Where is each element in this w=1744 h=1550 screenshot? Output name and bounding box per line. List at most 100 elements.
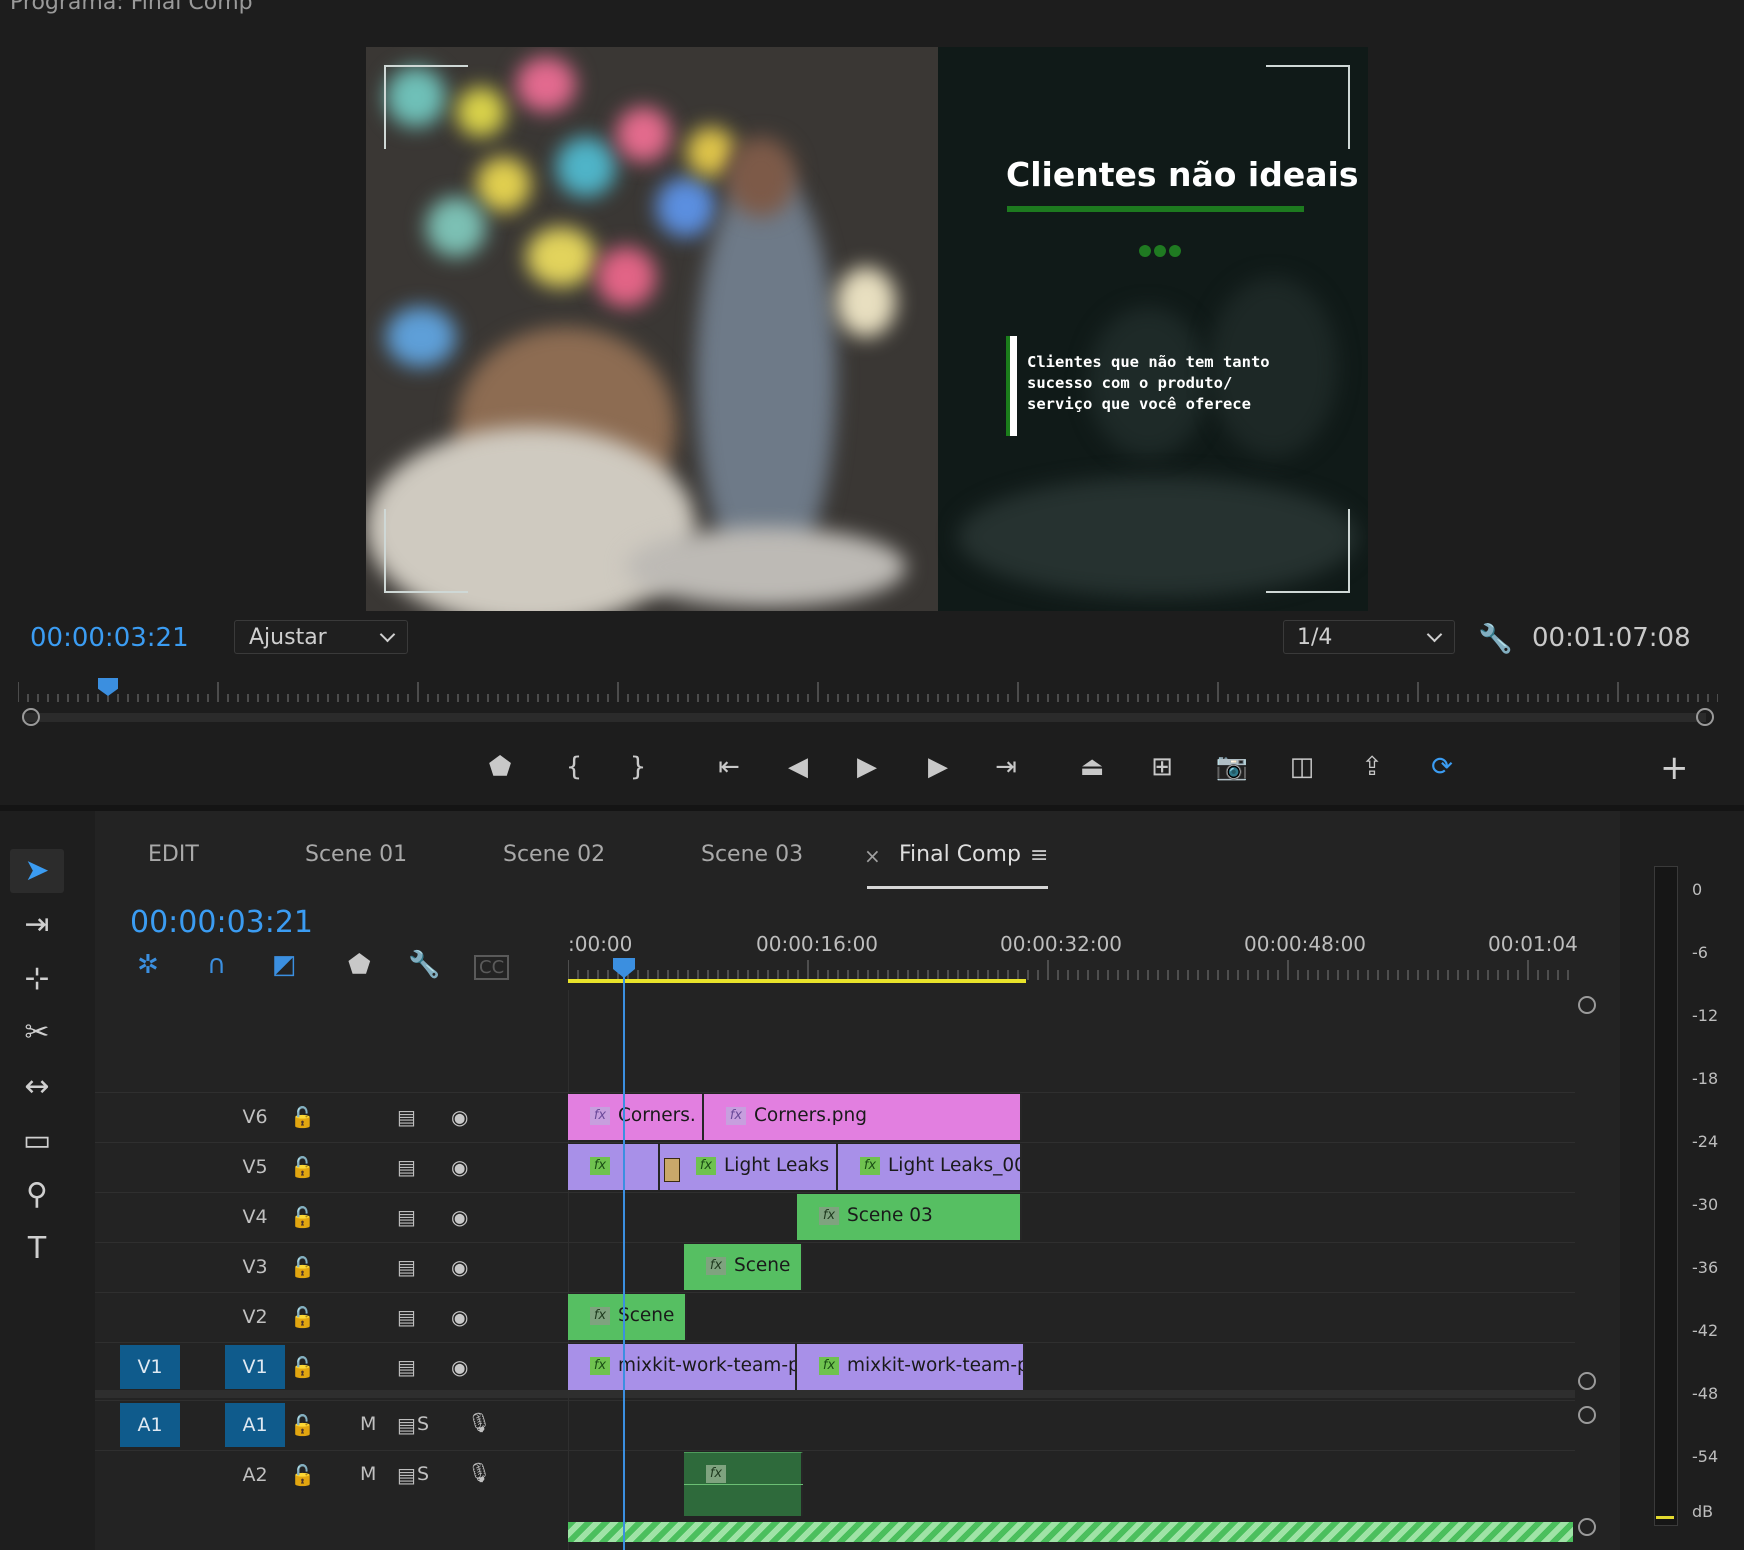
sync-lock-film-icon[interactable]: ▤: [397, 1105, 416, 1129]
lock-icon[interactable]: 🔓: [290, 1105, 315, 1129]
add-marker-icon[interactable]: ⬟: [348, 950, 371, 980]
video-preview[interactable]: Clientes não ideais Clientes que não tem…: [366, 47, 1368, 611]
track-select-tool-icon[interactable]: ⇥: [10, 903, 64, 947]
sync-lock-film-icon[interactable]: ▤: [397, 1155, 416, 1179]
lift-icon[interactable]: ⏏: [1070, 748, 1114, 786]
clip-corners-png[interactable]: fx Corners.png: [704, 1094, 1022, 1140]
clip-mixkit-b[interactable]: fx mixkit-work-team-pl: [797, 1344, 1025, 1390]
microphone-icon[interactable]: 🎙: [467, 1461, 491, 1484]
track-label[interactable]: V1: [225, 1345, 285, 1389]
track-label[interactable]: V6: [225, 1095, 285, 1139]
add-button[interactable]: +: [1660, 748, 1689, 788]
mute-button[interactable]: M: [360, 1413, 376, 1435]
clip-light-leaks[interactable]: fx Light Leaks: [660, 1144, 838, 1190]
eye-icon[interactable]: ◉: [451, 1255, 468, 1279]
go-to-in-icon[interactable]: ⇤: [707, 748, 751, 786]
go-to-out-icon[interactable]: ⇥: [984, 748, 1028, 786]
sync-lock-film-icon[interactable]: ▤: [397, 1413, 416, 1437]
nest-icon[interactable]: ✲: [137, 950, 159, 980]
source-patch-v1[interactable]: V1: [120, 1345, 180, 1389]
eye-icon[interactable]: ◉: [451, 1305, 468, 1329]
tab-edit[interactable]: EDIT: [148, 842, 199, 867]
captions-icon[interactable]: CC: [474, 955, 510, 980]
tab-menu-icon[interactable]: ≡: [1030, 843, 1048, 868]
eye-icon[interactable]: ◉: [451, 1155, 468, 1179]
track-label[interactable]: V3: [225, 1245, 285, 1289]
snap-magnet-icon[interactable]: ∩: [207, 950, 226, 980]
lock-icon[interactable]: 🔓: [290, 1355, 315, 1379]
selection-tool-icon[interactable]: ➤: [10, 849, 64, 893]
marker-icon[interactable]: ⬟: [478, 748, 522, 786]
settings-wrench-icon[interactable]: 🔧: [1478, 622, 1513, 655]
razor-tool-icon[interactable]: ✂: [10, 1011, 64, 1055]
scrollbar-handle-left[interactable]: [22, 708, 40, 726]
solo-button[interactable]: S: [417, 1413, 429, 1435]
audio-scroll-handle-bottom[interactable]: [1578, 1518, 1596, 1536]
eye-icon[interactable]: ◉: [451, 1205, 468, 1229]
work-area-bar[interactable]: [568, 979, 1026, 983]
eye-icon[interactable]: ◉: [451, 1355, 468, 1379]
type-tool-icon[interactable]: T: [10, 1227, 64, 1271]
lock-icon[interactable]: 🔓: [290, 1205, 315, 1229]
clip-light-leaks-a[interactable]: fx: [568, 1144, 660, 1190]
audio-clip-stripe[interactable]: [568, 1522, 1573, 1542]
sync-lock-film-icon[interactable]: ▤: [397, 1463, 416, 1487]
tab-scene-03[interactable]: Scene 03: [701, 842, 803, 867]
clip-scene-v2[interactable]: fx Scene: [568, 1294, 687, 1340]
sync-lock-film-icon[interactable]: ▤: [397, 1255, 416, 1279]
track-label[interactable]: A2: [225, 1453, 285, 1497]
slip-tool-icon[interactable]: ↔: [10, 1065, 64, 1109]
video-audio-divider[interactable]: [95, 1390, 1575, 1398]
source-patch-a1[interactable]: A1: [120, 1403, 180, 1447]
timeline-timecode[interactable]: 00:00:03:21: [130, 905, 313, 940]
tab-close-icon[interactable]: ×: [864, 844, 881, 868]
clip-light-leaks-00[interactable]: fx Light Leaks_00: [838, 1144, 1022, 1190]
tab-final-comp[interactable]: Final Comp: [899, 842, 1021, 867]
playback-resolution-dropdown[interactable]: 1/4: [1283, 620, 1455, 654]
lock-icon[interactable]: 🔓: [290, 1155, 315, 1179]
clip-scene-v3[interactable]: fx Scene: [684, 1244, 803, 1290]
transition-marker[interactable]: [664, 1158, 680, 1182]
zoom-fit-dropdown[interactable]: Ajustar: [234, 620, 408, 654]
comparison-view-icon[interactable]: ◫: [1280, 748, 1324, 786]
eye-icon[interactable]: ◉: [451, 1105, 468, 1129]
rectangle-tool-icon[interactable]: ▭: [10, 1119, 64, 1163]
monitor-zoom-scrollbar[interactable]: [22, 713, 1706, 722]
track-label[interactable]: V5: [225, 1145, 285, 1189]
monitor-time-ruler[interactable]: [18, 680, 1718, 704]
scrollbar-handle-right[interactable]: [1696, 708, 1714, 726]
audio-scroll-handle-top[interactable]: [1578, 1406, 1596, 1424]
lock-icon[interactable]: 🔓: [290, 1413, 315, 1437]
extract-icon[interactable]: ⊞: [1140, 748, 1184, 786]
solo-button[interactable]: S: [417, 1463, 429, 1485]
video-scroll-handle-bottom[interactable]: [1578, 1372, 1596, 1390]
mark-out-icon[interactable]: }: [616, 748, 660, 786]
export-frame-icon[interactable]: 📷: [1210, 748, 1254, 786]
loop-icon[interactable]: ⟳: [1420, 748, 1464, 786]
tab-scene-01[interactable]: Scene 01: [305, 842, 407, 867]
track-label[interactable]: V2: [225, 1295, 285, 1339]
mark-in-icon[interactable]: {: [552, 748, 596, 786]
microphone-icon[interactable]: 🎙: [467, 1411, 491, 1434]
mute-button[interactable]: M: [360, 1463, 376, 1485]
timeline-settings-wrench-icon[interactable]: 🔧: [408, 950, 440, 980]
video-scroll-handle-top[interactable]: [1578, 996, 1596, 1014]
zoom-tool-icon[interactable]: ⚲: [10, 1173, 64, 1217]
sync-lock-film-icon[interactable]: ▤: [397, 1355, 416, 1379]
lock-icon[interactable]: 🔓: [290, 1255, 315, 1279]
tab-scene-02[interactable]: Scene 02: [503, 842, 605, 867]
insert-icon[interactable]: ⇪: [1350, 748, 1394, 786]
step-back-icon[interactable]: ◀: [776, 748, 820, 786]
clip-scene-03[interactable]: fx Scene 03: [797, 1194, 1022, 1240]
step-forward-icon[interactable]: ▶: [916, 748, 960, 786]
clip-mixkit-a[interactable]: fx mixkit-work-team-pl: [568, 1344, 797, 1390]
track-label[interactable]: V4: [225, 1195, 285, 1239]
lock-icon[interactable]: 🔓: [290, 1305, 315, 1329]
track-label[interactable]: A1: [225, 1403, 285, 1447]
play-icon[interactable]: ▶: [845, 748, 889, 786]
ripple-edit-tool-icon[interactable]: ⊹: [10, 957, 64, 1001]
linked-selection-icon[interactable]: ◩: [272, 950, 297, 980]
sync-lock-film-icon[interactable]: ▤: [397, 1205, 416, 1229]
sync-lock-film-icon[interactable]: ▤: [397, 1305, 416, 1329]
playhead-timecode[interactable]: 00:00:03:21: [30, 623, 189, 653]
